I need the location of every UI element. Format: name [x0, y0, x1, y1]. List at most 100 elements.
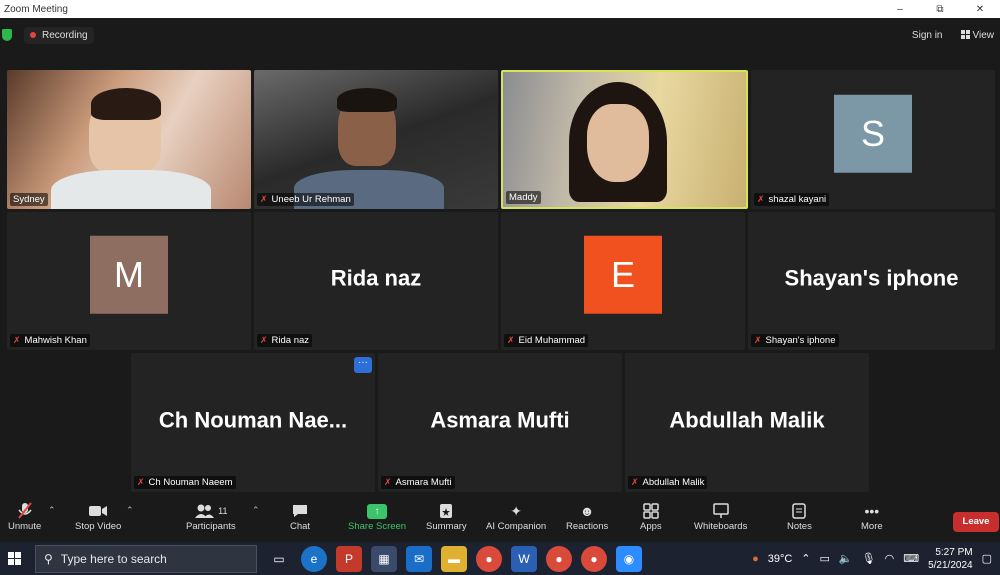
weather-icon[interactable]: ●: [752, 553, 759, 565]
participant-tile[interactable]: ✗ Uneeb Ur Rehman: [254, 70, 498, 209]
windows-start-icon[interactable]: [8, 552, 21, 565]
notes-button[interactable]: Notes: [787, 501, 812, 532]
store-icon[interactable]: ▦: [371, 545, 397, 572]
chevron-up-icon[interactable]: ⌃: [801, 552, 810, 565]
chat-icon: [291, 501, 309, 521]
window-controls: – ⧉ ✕: [880, 4, 1000, 15]
notification-icon[interactable]: ▢: [982, 552, 992, 565]
participant-tile[interactable]: Shayan's iphone ✗ Shayan's iphone: [748, 212, 995, 350]
participant-name-tag: ✗ Eid Muhammad: [504, 334, 589, 347]
word-icon[interactable]: W: [511, 545, 537, 572]
whiteboard-icon: [712, 501, 730, 521]
window-title: Zoom Meeting: [4, 3, 68, 15]
mic-muted-icon: ✗: [757, 194, 765, 204]
minimize-button[interactable]: –: [880, 4, 920, 15]
mic-icon[interactable]: 🎙: [862, 552, 876, 565]
chrome-icon[interactable]: ●: [581, 545, 607, 572]
more-options-button[interactable]: ···: [354, 357, 372, 373]
volume-icon[interactable]: 🔈: [839, 552, 853, 565]
recording-indicator[interactable]: Recording: [24, 26, 94, 44]
participant-tile[interactable]: S ✗ shazal kayani: [751, 70, 995, 209]
participant-name-tag: ✗ Rida naz: [257, 334, 313, 347]
participants-options-caret[interactable]: ⌃: [252, 505, 260, 516]
participant-tile[interactable]: E ✗ Eid Muhammad: [501, 212, 745, 350]
ellipsis-icon: •••: [864, 503, 880, 519]
ai-companion-button[interactable]: ✦ AI Companion: [486, 501, 546, 533]
edge-icon[interactable]: e: [301, 545, 327, 572]
participant-tile[interactable]: M ✗ Mahwish Khan: [7, 212, 251, 350]
mic-muted-icon: ✗: [631, 477, 639, 487]
zoom-icon[interactable]: ◉: [616, 545, 642, 572]
apps-button[interactable]: Apps: [640, 501, 662, 532]
taskbar-search-input[interactable]: ⚲ Type here to search: [35, 544, 257, 573]
restore-button[interactable]: ⧉: [920, 4, 960, 15]
mic-muted-icon: ✗: [260, 194, 268, 204]
participants-count: 11: [218, 506, 228, 516]
battery-icon[interactable]: ▭: [820, 552, 830, 565]
participant-name-tag: ✗ shazal kayani: [754, 193, 830, 206]
participant-display-name: Abdullah Malik: [669, 406, 825, 432]
more-button[interactable]: ••• More: [861, 501, 883, 532]
task-view-icon[interactable]: ▭: [266, 546, 292, 572]
participant-avatar: M: [90, 235, 168, 314]
participant-name-tag: ✗ Uneeb Ur Rehman: [257, 193, 354, 206]
mail-icon[interactable]: ✉: [406, 545, 432, 572]
participant-name-tag: ✗ Ch Nouman Naeem: [134, 476, 236, 489]
share-screen-button[interactable]: ↑ Share Screen: [348, 501, 406, 532]
participant-display-name: Shayan's iphone: [784, 265, 959, 291]
close-button[interactable]: ✕: [960, 4, 1000, 15]
participant-tile-active[interactable]: Maddy: [501, 70, 748, 209]
leave-button[interactable]: Leave: [953, 512, 999, 532]
participant-tile[interactable]: Ch Nouman Nae... ✗ Ch Nouman Naeem: [131, 353, 375, 492]
search-icon: ⚲: [44, 551, 53, 566]
participant-tile[interactable]: Asmara Mufti ✗ Asmara Mufti: [378, 353, 622, 492]
participant-display-name: Ch Nouman Nae...: [158, 406, 348, 432]
video-camera-icon: [88, 501, 108, 521]
notes-icon: [792, 501, 807, 521]
reactions-button[interactable]: ☻ Reactions: [566, 501, 608, 532]
participant-tile[interactable]: Abdullah Malik ✗ Abdullah Malik: [625, 353, 869, 492]
video-options-caret[interactable]: ⌃: [126, 505, 134, 516]
participants-button[interactable]: 11 Participants: [186, 501, 236, 532]
meeting-toolbar: Unmute ⌃ Stop Video ⌃ 11 Participants ⌃ …: [0, 495, 1000, 542]
chat-button[interactable]: Chat: [290, 501, 310, 532]
clock-date: 5/21/2024: [928, 559, 973, 571]
participant-tile[interactable]: Rida naz ✗ Rida naz: [254, 212, 498, 350]
unmute-button[interactable]: Unmute: [8, 501, 41, 532]
pdf-icon[interactable]: P: [336, 545, 362, 572]
window-titlebar: Zoom Meeting – ⧉ ✕: [0, 0, 1000, 18]
file-explorer-icon[interactable]: ▬: [441, 545, 467, 572]
mic-muted-icon: ✗: [13, 335, 21, 345]
mic-muted-icon: ✗: [137, 477, 145, 487]
meeting-topbar: Recording Sign in View: [0, 18, 1000, 52]
wifi-icon[interactable]: ◠: [885, 552, 895, 565]
shield-icon[interactable]: [2, 29, 12, 41]
stop-video-button[interactable]: Stop Video: [75, 501, 121, 532]
apps-icon: [643, 501, 659, 521]
participant-avatar: E: [584, 235, 662, 314]
keyboard-icon[interactable]: ⌨: [903, 552, 919, 565]
participants-icon: 11: [194, 501, 227, 521]
mic-muted-icon: ✗: [384, 477, 392, 487]
clock-time: 5:27 PM: [935, 546, 973, 558]
participant-name-tag: ✗ Asmara Mufti: [381, 476, 455, 489]
smiley-icon: ☻: [579, 503, 595, 519]
participant-name-tag: Maddy: [506, 191, 541, 204]
participant-display-name: Rida naz: [330, 265, 422, 291]
summary-button[interactable]: Summary: [426, 501, 467, 532]
participant-name-tag: Sydney: [10, 193, 48, 206]
temperature-label[interactable]: 39°C: [768, 553, 793, 565]
audio-options-caret[interactable]: ⌃: [48, 505, 56, 516]
view-button[interactable]: View: [960, 29, 995, 41]
chrome-icon[interactable]: ●: [476, 545, 502, 572]
system-tray: ● 39°C ⌃ ▭ 🔈 🎙 ◠ ⌨ 5:27 PM 5/21/2024 ▢: [752, 546, 992, 572]
share-screen-icon: ↑: [367, 503, 388, 519]
taskbar-clock[interactable]: 5:27 PM 5/21/2024: [928, 546, 973, 572]
participant-tile[interactable]: Sydney: [7, 70, 251, 209]
chrome-icon[interactable]: ●: [546, 545, 572, 572]
record-dot-icon: [30, 32, 36, 38]
sign-in-link[interactable]: Sign in: [912, 30, 943, 41]
whiteboards-button[interactable]: Whiteboards: [694, 501, 747, 532]
view-label: View: [972, 29, 995, 41]
participant-name-tag: ✗ Shayan's iphone: [751, 334, 839, 347]
